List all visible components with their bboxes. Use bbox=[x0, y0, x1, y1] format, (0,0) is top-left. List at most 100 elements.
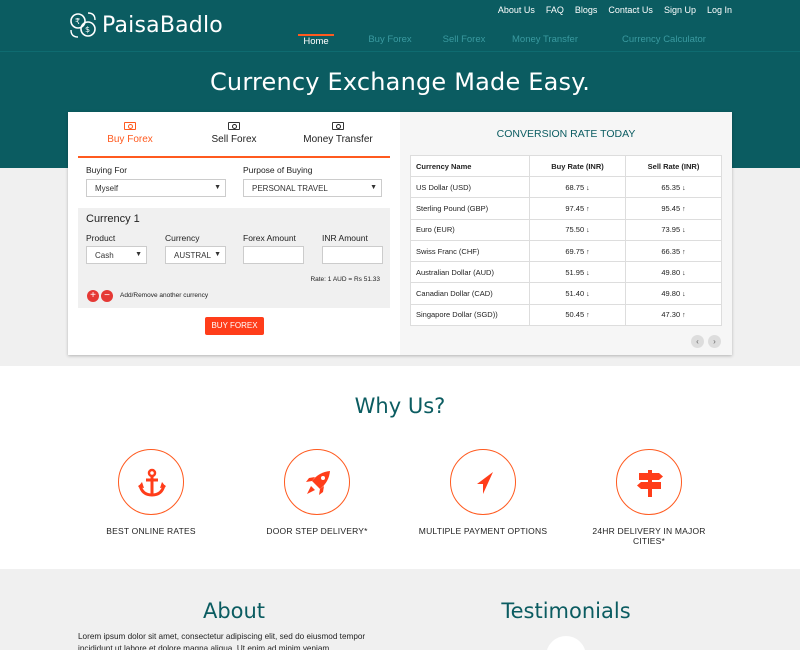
currency-block: Currency 1 Product Cash ▼ Currency AUSTR… bbox=[78, 208, 390, 308]
buy-rate-cell-value: 68.75 bbox=[565, 182, 585, 192]
forex-amount-input[interactable] bbox=[243, 246, 304, 264]
currency-name-cell-value: Euro (EUR) bbox=[416, 225, 455, 235]
product-select[interactable]: Cash ▼ bbox=[86, 246, 147, 264]
form-tabs: Buy Forex Sell Forex Money Transfer bbox=[78, 120, 390, 158]
top-link-signup[interactable]: Sign Up bbox=[664, 5, 696, 15]
feature-doorstep-delivery: DOOR STEP DELIVERY* bbox=[252, 449, 382, 536]
conversion-rates-panel: CONVERSION RATE TODAY Currency Name Buy … bbox=[400, 112, 732, 355]
sell-rate-cell-value: 95.45 bbox=[661, 203, 681, 213]
tab-money-transfer[interactable]: Money Transfer bbox=[286, 120, 390, 156]
sell-rate-cell: 47.30 ↑ bbox=[625, 303, 722, 327]
top-link-faq[interactable]: FAQ bbox=[546, 5, 564, 15]
table-row: Australian Dollar (AUD) 51.95 ↓ 49.80 ↓ bbox=[410, 261, 722, 284]
trend-down-icon: ↓ bbox=[586, 269, 590, 277]
logo[interactable]: ₹ $ PaisaBadlo bbox=[68, 10, 223, 40]
inr-amount-label: INR Amount bbox=[322, 233, 368, 243]
feature-circle bbox=[616, 449, 682, 515]
main-nav: Home Buy Forex Sell Forex Money Transfer… bbox=[298, 34, 724, 53]
buy-rate-cell-value: 51.40 bbox=[565, 289, 585, 299]
trend-down-icon: ↓ bbox=[682, 291, 686, 299]
rates-title: CONVERSION RATE TODAY bbox=[496, 128, 636, 140]
remove-currency-button[interactable]: − bbox=[101, 290, 113, 302]
nav-buy-forex[interactable]: Buy Forex bbox=[352, 34, 428, 53]
buy-rate-cell-value: 75.50 bbox=[565, 225, 585, 235]
sell-rate-cell-value: 49.80 bbox=[661, 289, 681, 299]
anchor-icon bbox=[138, 468, 166, 497]
table-row: Euro (EUR) 75.50 ↓ 73.95 ↓ bbox=[410, 218, 722, 241]
purpose-select[interactable]: PERSONAL TRAVEL ▼ bbox=[243, 179, 382, 197]
table-row: Canadian Dollar (CAD) 51.40 ↓ 49.80 ↓ bbox=[410, 282, 722, 305]
buy-rate-cell-value: 97.45 bbox=[565, 203, 585, 213]
tab-sell-forex[interactable]: Sell Forex bbox=[182, 120, 286, 156]
table-row: US Dollar (USD) 68.75 ↓ 65.35 ↓ bbox=[410, 175, 722, 199]
trend-up-icon: ↑ bbox=[682, 205, 686, 213]
trend-up-icon: ↑ bbox=[586, 312, 590, 320]
sell-rate-cell: 49.80 ↓ bbox=[625, 261, 722, 284]
buying-for-select[interactable]: Myself ▼ bbox=[86, 179, 226, 197]
next-page-button[interactable]: › bbox=[708, 335, 721, 348]
buy-rate-cell: 75.50 ↓ bbox=[529, 218, 626, 241]
sell-rate-cell: 66.35 ↑ bbox=[625, 239, 722, 263]
currency-value: AUSTRAL bbox=[174, 251, 211, 260]
currency-name-cell: Swiss Franc (CHF) bbox=[410, 239, 530, 263]
top-link-blogs[interactable]: Blogs bbox=[575, 5, 598, 15]
tab-buy-forex[interactable]: Buy Forex bbox=[78, 120, 182, 156]
caret-down-icon: ▼ bbox=[214, 184, 221, 191]
top-links: About Us FAQ Blogs Contact Us Sign Up Lo… bbox=[498, 5, 732, 15]
nav-money-transfer[interactable]: Money Transfer bbox=[500, 34, 590, 53]
feature-best-rates: BEST ONLINE RATES bbox=[86, 449, 216, 536]
sell-rate-cell-value: 66.35 bbox=[661, 246, 681, 256]
product-label: Product bbox=[86, 233, 116, 243]
sell-rate-cell-value: 49.80 bbox=[661, 267, 681, 277]
trend-up-icon: ↑ bbox=[586, 205, 590, 213]
nav-home[interactable]: Home bbox=[298, 34, 334, 53]
add-remove-label: Add/Remove another currency bbox=[120, 292, 209, 299]
buy-forex-button[interactable]: BUY FOREX bbox=[205, 317, 264, 335]
product-value: Cash bbox=[95, 251, 114, 260]
buy-rate-cell: 51.95 ↓ bbox=[529, 261, 626, 284]
feature-circle bbox=[450, 449, 516, 515]
buy-rate-cell-value: 50.45 bbox=[565, 310, 585, 320]
plus-icon: + bbox=[90, 290, 96, 301]
sell-rate-cell: 49.80 ↓ bbox=[625, 282, 722, 305]
currency-select[interactable]: AUSTRAL ▼ bbox=[165, 246, 226, 264]
banknote-icon bbox=[228, 122, 240, 130]
top-link-login[interactable]: Log In bbox=[707, 5, 732, 15]
sell-rate-cell: 65.35 ↓ bbox=[625, 175, 722, 199]
currency-name-cell-value: US Dollar (USD) bbox=[416, 182, 472, 192]
trend-up-icon: ↑ bbox=[586, 248, 590, 256]
tab-buy-forex-label: Buy Forex bbox=[107, 134, 153, 145]
col-currency-name: Currency Name bbox=[410, 155, 530, 177]
caret-down-icon: ▼ bbox=[135, 251, 142, 258]
currency-name-cell-value: Singapore Dollar (SGD)) bbox=[416, 310, 498, 320]
nav-currency-calculator[interactable]: Currency Calculator bbox=[604, 34, 724, 53]
forex-amount-label: Forex Amount bbox=[243, 233, 296, 243]
logo-icon: ₹ $ bbox=[68, 10, 98, 40]
testimonials-title: Testimonials bbox=[501, 599, 631, 623]
currency-name-cell: Canadian Dollar (CAD) bbox=[410, 282, 530, 305]
sell-rate-cell: 73.95 ↓ bbox=[625, 218, 722, 241]
tab-sell-forex-label: Sell Forex bbox=[211, 134, 257, 145]
currency-label: Currency bbox=[165, 233, 200, 243]
col-sell-rate: Sell Rate (INR) bbox=[625, 155, 722, 177]
table-row: Singapore Dollar (SGD)) 50.45 ↑ 47.30 ↑ bbox=[410, 303, 722, 327]
trend-up-icon: ↑ bbox=[682, 312, 686, 320]
currency-name-cell: Australian Dollar (AUD) bbox=[410, 261, 530, 284]
about-text: Lorem ipsum dolor sit amet, consectetur … bbox=[78, 632, 366, 650]
nav-sell-forex[interactable]: Sell Forex bbox=[428, 34, 500, 53]
table-row: Sterling Pound (GBP) 97.45 ↑ 95.45 ↑ bbox=[410, 197, 722, 220]
rates-table: Currency Name Buy Rate (INR) Sell Rate (… bbox=[410, 155, 722, 327]
col-buy-rate: Buy Rate (INR) bbox=[529, 155, 626, 177]
currency-name-cell-value: Canadian Dollar (CAD) bbox=[416, 289, 493, 299]
rate-note: Rate: 1 AUD = Rs 51.33 bbox=[310, 276, 380, 283]
add-currency-button[interactable]: + bbox=[87, 290, 99, 302]
sell-rate-cell-value: 73.95 bbox=[661, 225, 681, 235]
inr-amount-input[interactable] bbox=[322, 246, 383, 264]
trend-down-icon: ↓ bbox=[682, 184, 686, 192]
top-link-about[interactable]: About Us bbox=[498, 5, 535, 15]
top-link-contact[interactable]: Contact Us bbox=[608, 5, 653, 15]
buy-rate-cell: 97.45 ↑ bbox=[529, 197, 626, 220]
top-bar: ₹ $ PaisaBadlo About Us FAQ Blogs Contac… bbox=[0, 0, 800, 52]
svg-text:$: $ bbox=[85, 25, 90, 34]
prev-page-button[interactable]: ‹ bbox=[691, 335, 704, 348]
